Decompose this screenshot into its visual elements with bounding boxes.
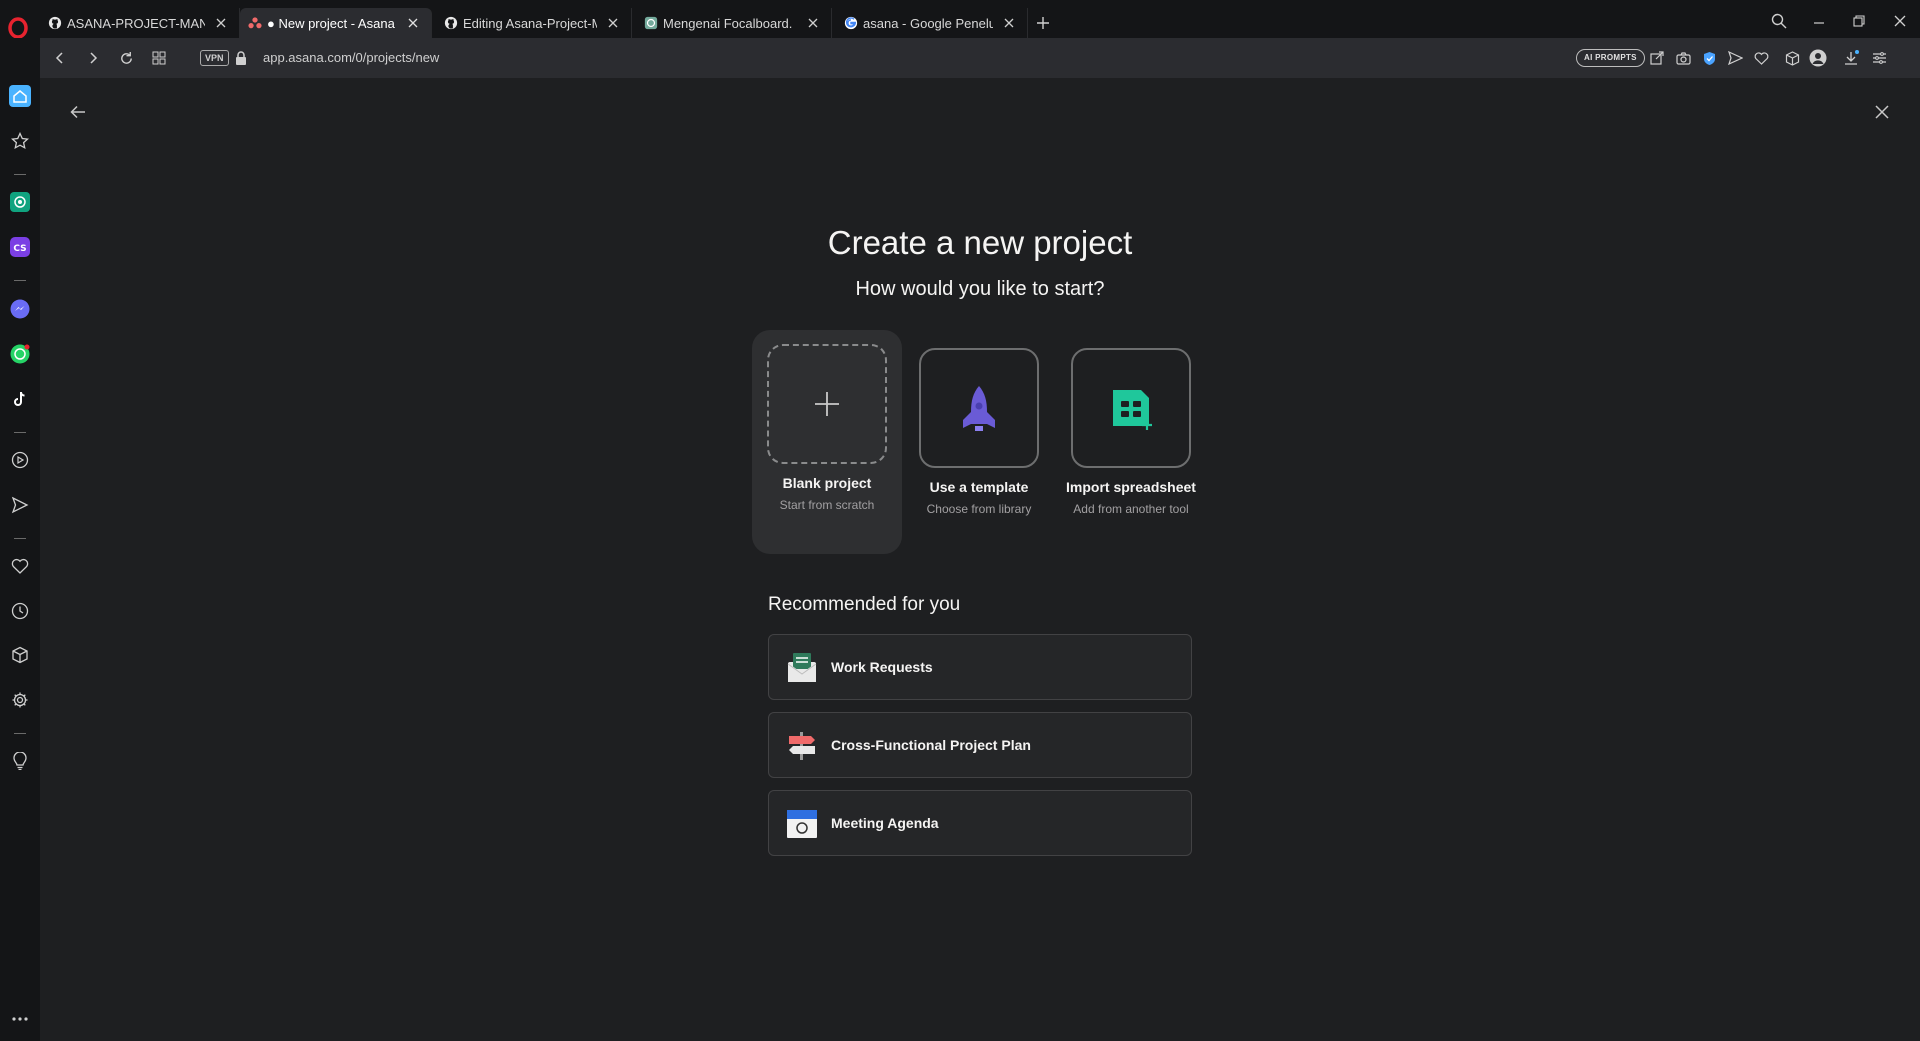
close-icon[interactable]: [1870, 100, 1894, 124]
tab-close-icon[interactable]: [1001, 15, 1017, 31]
downloads-icon[interactable]: [1841, 48, 1861, 68]
tab-label: Editing Asana-Project-Man: [463, 15, 597, 31]
chatgpt-icon: [644, 16, 658, 30]
blank-project-tile[interactable]: [767, 344, 887, 464]
signpost-icon: [789, 732, 815, 760]
profile-avatar-icon[interactable]: [1808, 48, 1828, 68]
blank-project-option[interactable]: Blank project Start from scratch: [752, 330, 902, 554]
rocket-icon: [963, 386, 995, 431]
chatsonic-icon[interactable]: CS: [9, 236, 31, 258]
page-title: Create a new project: [827, 224, 1133, 261]
flow-send-icon[interactable]: [9, 494, 31, 516]
import-spreadsheet-option[interactable]: Import spreadsheet Add from another tool: [1056, 330, 1206, 554]
settings-gear-icon[interactable]: [9, 689, 31, 711]
lightbulb-icon[interactable]: [9, 750, 31, 772]
extensions-cube-icon[interactable]: [9, 644, 31, 666]
recommended-heading: Recommended for you: [768, 594, 961, 615]
option-description: Add from another tool: [1073, 502, 1189, 516]
heart-icon[interactable]: [1751, 48, 1771, 68]
whatsapp-icon[interactable]: [9, 343, 31, 365]
forward-nav-icon[interactable]: [83, 48, 103, 68]
recommended-cross-functional-plan[interactable]: Cross-Functional Project Plan: [768, 712, 1192, 778]
tab-close-icon[interactable]: [605, 15, 621, 31]
home-icon[interactable]: [9, 85, 31, 107]
tab-label: ASANA-PROJECT-MANAGE: [67, 15, 205, 31]
new-tab-plus-icon[interactable]: [1034, 14, 1052, 32]
sidebar-divider: [14, 280, 26, 281]
asana-new-project-page: Create a new project How would you like …: [40, 78, 1920, 1041]
tab-label: ● New project - Asana: [267, 15, 395, 31]
tab-close-icon[interactable]: [805, 15, 821, 31]
github-icon: [48, 16, 62, 30]
pinboards-icon[interactable]: [9, 130, 31, 152]
option-label: Import spreadsheet: [1066, 479, 1196, 495]
opera-logo-icon[interactable]: [6, 16, 30, 40]
send-icon[interactable]: [1725, 48, 1745, 68]
easy-setup-menu-icon[interactable]: [1869, 48, 1889, 68]
vpn-badge[interactable]: VPN: [200, 50, 229, 66]
history-clock-icon[interactable]: [9, 600, 31, 622]
ai-prompts-button[interactable]: AI PROMPTS: [1576, 49, 1645, 67]
tiktok-icon[interactable]: [9, 388, 31, 410]
recommended-meeting-agenda[interactable]: Meeting Agenda: [768, 790, 1192, 856]
page-subtitle: How would you like to start?: [855, 278, 1105, 300]
svg-text:CS: CS: [13, 244, 26, 254]
plus-icon: [815, 392, 839, 416]
recommended-work-requests[interactable]: Work Requests: [768, 634, 1192, 700]
sidebar-divider: [14, 733, 26, 734]
asana-icon: [248, 17, 262, 29]
extensions-cube-icon[interactable]: [1782, 48, 1802, 68]
browser-tab-5[interactable]: asana - Google Penelusura: [836, 8, 1028, 38]
sidebar-divider: [14, 538, 26, 539]
chatgpt-icon[interactable]: [9, 191, 31, 213]
browser-toolbar: VPN app.asana.com/0/projects/new AI PROM…: [40, 38, 1920, 78]
google-icon: [844, 16, 858, 30]
back-nav-icon[interactable]: [50, 48, 70, 68]
browser-tab-3[interactable]: Editing Asana-Project-Man: [436, 8, 632, 38]
recommended-item-label: Work Requests: [831, 659, 933, 675]
tab-search-icon[interactable]: [1770, 12, 1788, 30]
use-template-option[interactable]: Use a template Choose from library: [904, 330, 1054, 554]
back-arrow-icon[interactable]: [66, 100, 90, 124]
import-spreadsheet-tile[interactable]: [1071, 348, 1191, 468]
browser-tab-strip: ASANA-PROJECT-MANAGE ● New project - Asa…: [0, 0, 1920, 40]
tab-grid-icon[interactable]: [149, 48, 169, 68]
use-template-tile[interactable]: [919, 348, 1039, 468]
sidebar-divider: [14, 432, 26, 433]
recommended-item-label: Meeting Agenda: [831, 815, 939, 831]
lock-icon[interactable]: [234, 50, 248, 66]
share-icon[interactable]: [1647, 48, 1667, 68]
reload-icon[interactable]: [116, 48, 136, 68]
address-bar-url[interactable]: app.asana.com/0/projects/new: [263, 50, 439, 65]
more-options-icon[interactable]: [9, 1008, 31, 1030]
tab-close-icon[interactable]: [405, 15, 421, 31]
recommended-item-label: Cross-Functional Project Plan: [831, 737, 1031, 753]
restore-icon[interactable]: [1850, 12, 1868, 30]
sidebar-divider: [14, 174, 26, 175]
calendar-icon: [787, 810, 817, 838]
shield-icon[interactable]: [1699, 48, 1719, 68]
close-window-icon[interactable]: [1891, 12, 1909, 30]
camera-icon[interactable]: [1673, 48, 1693, 68]
browser-tab-2[interactable]: ● New project - Asana: [240, 8, 432, 38]
tab-label: Mengenai Focalboard.: [663, 15, 793, 31]
tab-label: asana - Google Penelusura: [863, 15, 993, 31]
tab-close-icon[interactable]: [213, 15, 229, 31]
browser-tab-1[interactable]: ASANA-PROJECT-MANAGE: [40, 8, 240, 38]
github-icon: [444, 16, 458, 30]
messenger-icon[interactable]: [9, 298, 31, 320]
browser-tab-4[interactable]: Mengenai Focalboard.: [636, 8, 832, 38]
minimize-icon[interactable]: [1810, 12, 1828, 30]
opera-sidebar: CS: [0, 38, 40, 1041]
player-icon[interactable]: [9, 449, 31, 471]
bookmarks-heart-icon[interactable]: [9, 555, 31, 577]
envelope-icon: [787, 653, 817, 682]
spreadsheet-icon: [1113, 390, 1152, 430]
